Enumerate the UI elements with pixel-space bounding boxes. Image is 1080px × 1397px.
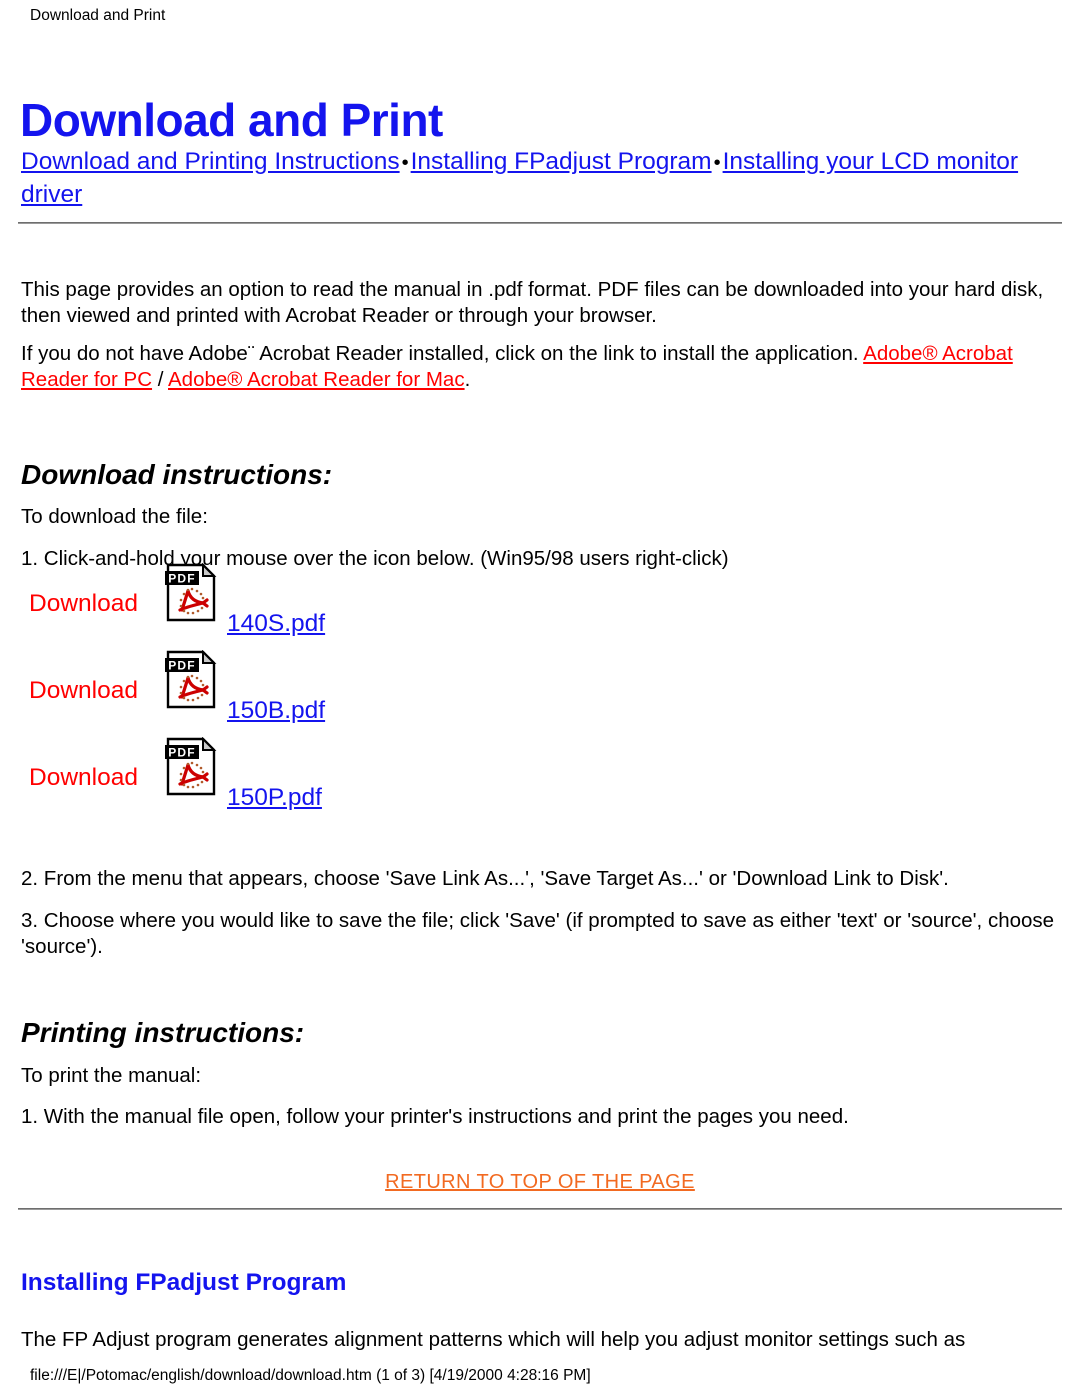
download-step-2: 2. From the menu that appears, choose 'S… [21,866,949,890]
print-step-1: 1. With the manual file open, follow you… [21,1104,849,1128]
download-lead-text: To download the file: [21,504,208,528]
installing-fpadjust-heading: Installing FPadjust Program [21,1269,347,1297]
download-rows: Download PDF 140S.pdf Download PDF 150B.… [0,562,500,824]
adobe-text-after: . [464,367,471,391]
intro-paragraph: This page provides an option to read the… [21,277,1044,327]
download-file-link-wrap: 140S.pdf [227,609,325,639]
document-page: Download and Print Download and Print Do… [0,0,1080,1397]
download-file-link-wrap: 150B.pdf [227,696,325,726]
horizontal-rule-bottom [18,1208,1062,1210]
pdf-file-icon[interactable]: PDF [163,736,219,797]
adobe-reader-mac-link[interactable]: Adobe® Acrobat Reader for Mac [168,368,465,391]
nav-separator-2: • [713,152,721,174]
adobe-text-before: If you do not have Adobe¨ Acrobat Reader… [21,341,864,365]
svg-text:PDF: PDF [168,746,196,760]
nav-separator-1: • [401,152,409,174]
adobe-link-divider: / [152,367,168,391]
return-to-top: RETURN TO TOP OF THE PAGE [0,1169,1080,1195]
return-to-top-link[interactable]: RETURN TO TOP OF THE PAGE [385,1171,695,1193]
download-row: Download PDF [0,562,500,650]
download-file-link[interactable]: 150P.pdf [227,784,322,811]
download-file-link-wrap: 150P.pdf [227,783,322,813]
nav-links-row: Download and Printing Instructions •Insta… [21,146,1021,210]
printing-instructions-heading: Printing instructions: [21,1017,305,1049]
download-row: Download PDF [0,736,500,824]
svg-text:PDF: PDF [168,572,196,586]
download-file-link[interactable]: 150B.pdf [227,697,325,724]
adobe-paragraph: If you do not have Adobe¨ Acrobat Reader… [21,341,1065,393]
fpadjust-paragraph: The FP Adjust program generates alignmen… [21,1327,966,1351]
footer-path: file:///E|/Potomac/english/download/down… [30,1367,591,1384]
page-title: Download and Print [20,93,443,146]
nav-link-installing-fpadjust-program[interactable]: Installing FPadjust Program [411,148,712,175]
svg-text:PDF: PDF [168,659,196,673]
download-label[interactable]: Download [29,763,138,793]
horizontal-rule-top [18,222,1062,224]
download-step-3: 3. Choose where you would like to save t… [21,908,1055,958]
download-file-link[interactable]: 140S.pdf [227,610,325,637]
pdf-file-icon[interactable]: PDF [163,562,219,623]
print-lead-text: To print the manual: [21,1063,202,1087]
pdf-file-icon[interactable]: PDF [163,649,219,710]
nav-link-download-printing-instructions[interactable]: Download and Printing Instructions [21,148,400,175]
download-instructions-heading: Download instructions: [21,459,333,491]
download-label[interactable]: Download [29,676,138,706]
running-header: Download and Print [30,7,166,24]
download-label[interactable]: Download [29,589,138,619]
download-row: Download PDF [0,649,500,737]
